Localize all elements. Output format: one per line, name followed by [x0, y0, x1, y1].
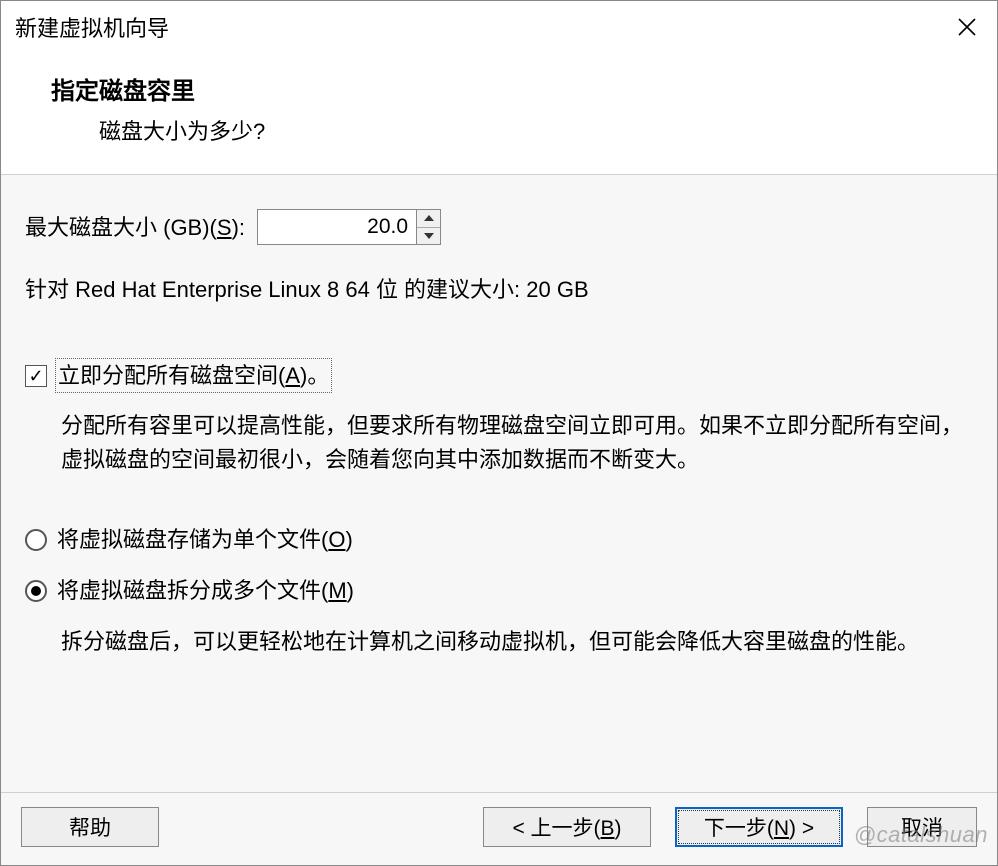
back-button[interactable]: < 上一步(B) — [483, 807, 651, 847]
next-button[interactable]: 下一步(N) > — [675, 807, 843, 847]
window-title: 新建虚拟机向导 — [15, 11, 169, 43]
store-split-label-suffix: ) — [347, 578, 354, 603]
disk-size-label: 最大磁盘大小 (GB)(S): — [25, 211, 245, 244]
disk-size-spinner[interactable] — [257, 209, 441, 245]
radio-dot-icon — [31, 586, 41, 596]
store-split-description: 拆分磁盘后，可以更轻松地在计算机之间移动虚拟机，但可能会降低大容里磁盘的性能。 — [61, 625, 963, 659]
recommended-size-text: 针对 Red Hat Enterprise Linux 8 64 位 的建议大小… — [25, 273, 973, 306]
chevron-up-icon — [424, 215, 434, 221]
allocate-now-label-suffix: )。 — [300, 363, 329, 388]
store-single-label-prefix: 将虚拟磁盘存储为单个文件( — [57, 527, 328, 552]
new-vm-wizard-dialog: 新建虚拟机向导 指定磁盘容里 磁盘大小为多少? 最大磁盘大小 (GB)(S): … — [0, 0, 998, 866]
allocate-now-label[interactable]: 立即分配所有磁盘空间(A)。 — [55, 358, 332, 393]
store-single-radio[interactable] — [25, 529, 47, 551]
allocate-now-hotkey: A — [285, 363, 300, 388]
page-subtitle: 磁盘大小为多少? — [99, 114, 977, 146]
store-split-radio[interactable] — [25, 580, 47, 602]
wizard-header: 指定磁盘容里 磁盘大小为多少? — [1, 53, 997, 174]
close-icon — [957, 17, 977, 37]
next-button-suffix: ) > — [789, 817, 814, 840]
page-title: 指定磁盘容里 — [51, 71, 977, 106]
allocate-now-row: ✓ 立即分配所有磁盘空间(A)。 — [25, 358, 973, 393]
close-button[interactable] — [947, 7, 987, 47]
cancel-button[interactable]: 取消 — [867, 807, 977, 847]
next-button-prefix: 下一步( — [704, 817, 774, 840]
next-button-hotkey: N — [774, 817, 789, 840]
help-button[interactable]: 帮助 — [21, 807, 159, 847]
back-button-prefix: < 上一步( — [512, 817, 600, 840]
store-single-row: 将虚拟磁盘存储为单个文件(O) — [25, 523, 973, 556]
store-split-hotkey: M — [328, 578, 346, 603]
back-button-suffix: ) — [615, 817, 622, 840]
back-button-hotkey: B — [601, 817, 615, 840]
spinner-up-button[interactable] — [417, 210, 440, 228]
disk-size-label-suffix: ): — [232, 215, 245, 240]
allocate-now-description: 分配所有容里可以提高性能，但要求所有物理磁盘空间立即可用。如果不立即分配所有空间… — [61, 409, 963, 477]
store-single-label[interactable]: 将虚拟磁盘存储为单个文件(O) — [57, 523, 353, 556]
wizard-footer: 帮助 < 上一步(B) 下一步(N) > 取消 — [1, 792, 997, 865]
titlebar: 新建虚拟机向导 — [1, 1, 997, 53]
disk-size-row: 最大磁盘大小 (GB)(S): — [25, 209, 973, 245]
store-single-label-suffix: ) — [345, 527, 352, 552]
disk-size-label-prefix: 最大磁盘大小 (GB)( — [25, 215, 217, 240]
check-icon: ✓ — [28, 367, 43, 385]
spinner-down-button[interactable] — [417, 228, 440, 245]
store-split-label[interactable]: 将虚拟磁盘拆分成多个文件(M) — [57, 574, 354, 607]
allocate-now-label-prefix: 立即分配所有磁盘空间( — [58, 363, 285, 388]
chevron-down-icon — [424, 233, 434, 239]
store-single-hotkey: O — [328, 527, 345, 552]
store-split-label-prefix: 将虚拟磁盘拆分成多个文件( — [57, 578, 328, 603]
allocate-now-checkbox[interactable]: ✓ — [25, 365, 47, 387]
store-split-row: 将虚拟磁盘拆分成多个文件(M) — [25, 574, 973, 607]
spinner-buttons — [416, 210, 440, 244]
disk-size-input[interactable] — [258, 210, 416, 244]
disk-size-hotkey: S — [217, 215, 232, 240]
wizard-content: 最大磁盘大小 (GB)(S): 针对 Red Hat Enterprise Li… — [1, 175, 997, 792]
